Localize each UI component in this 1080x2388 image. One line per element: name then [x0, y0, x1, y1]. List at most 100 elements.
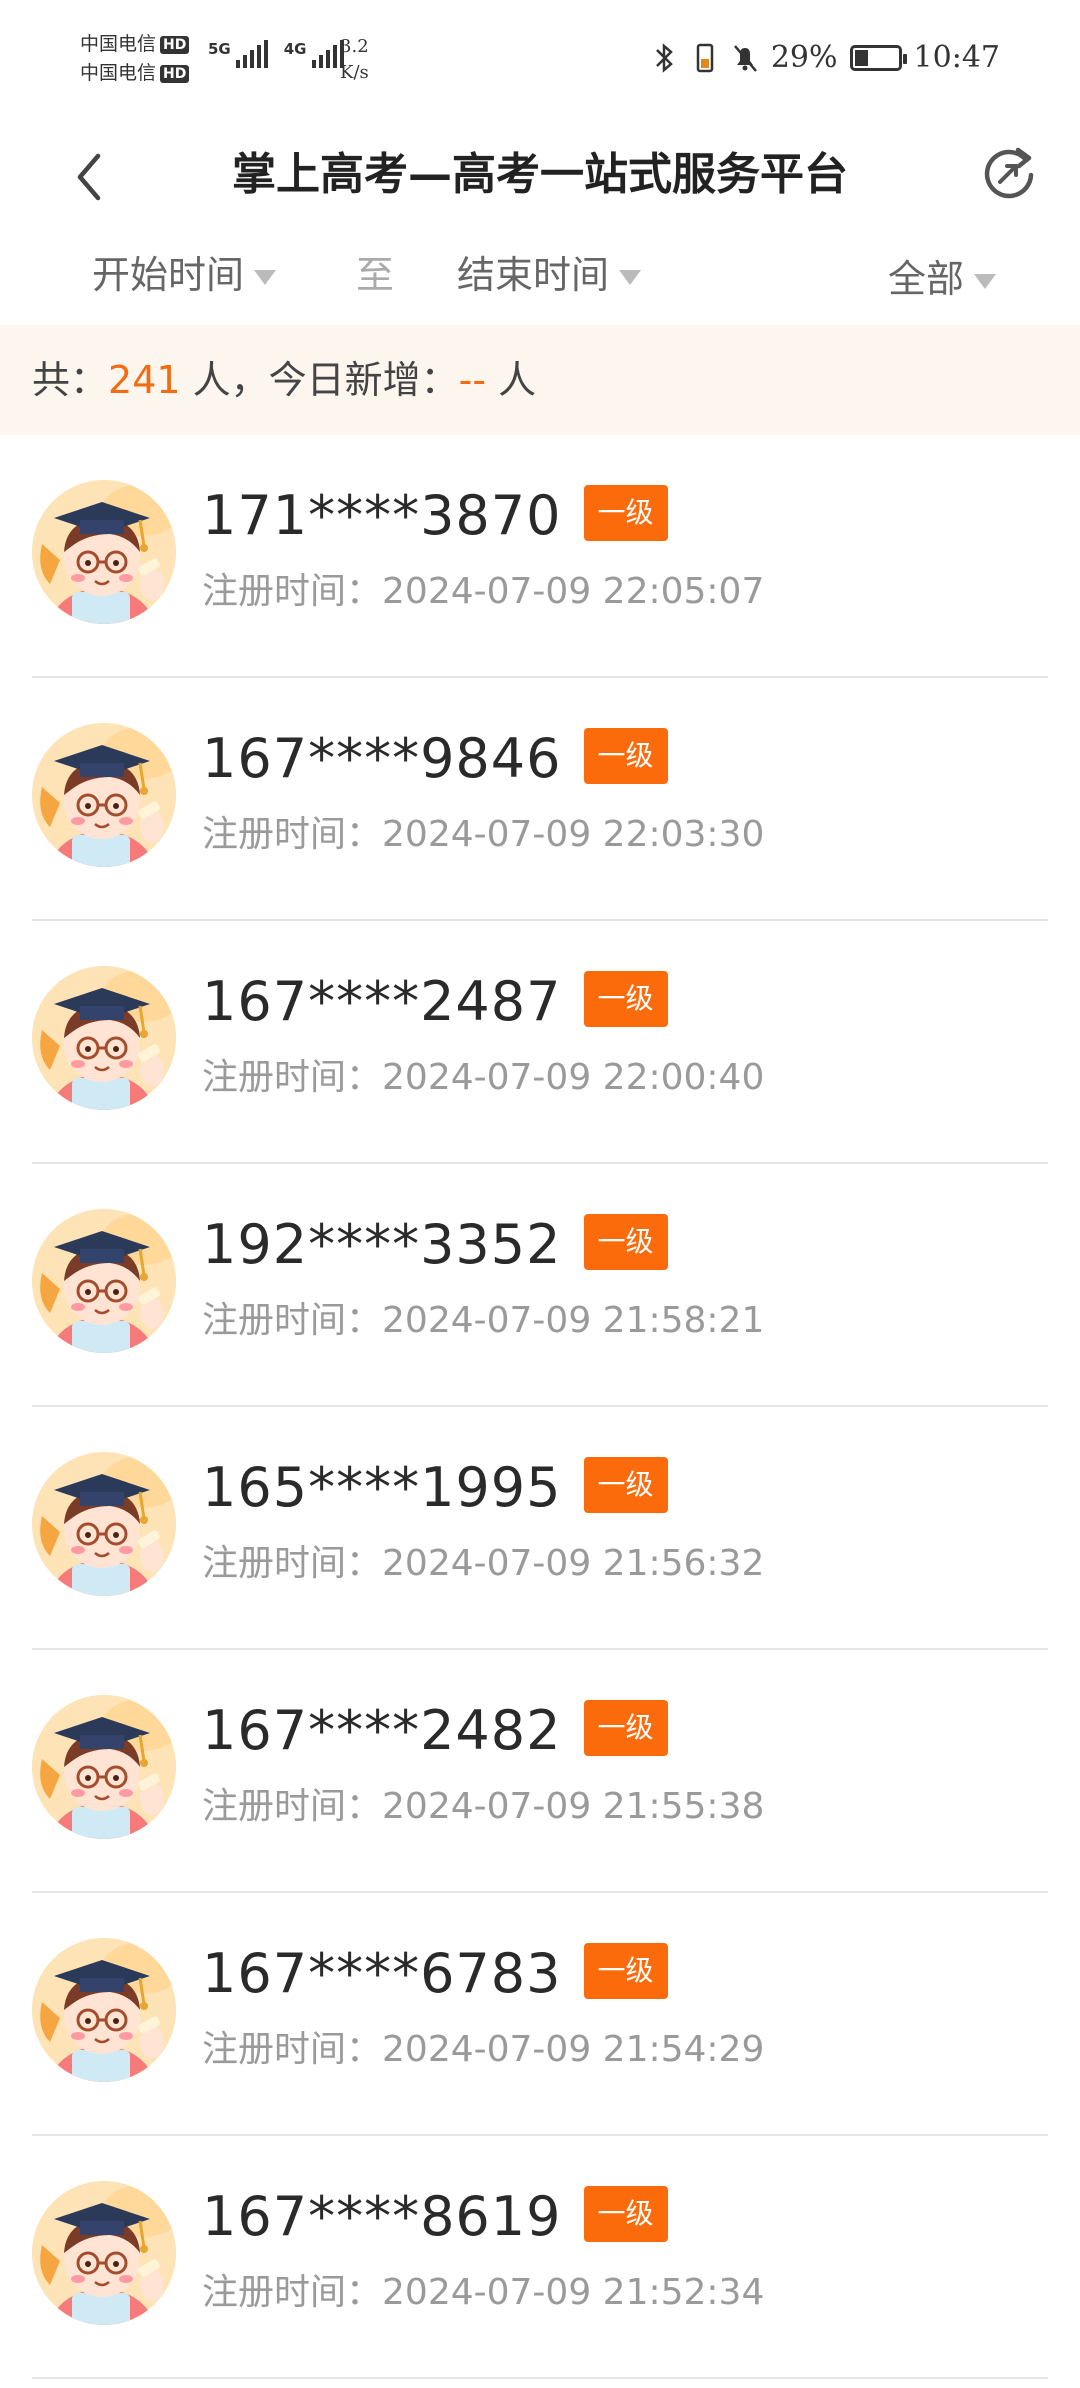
user-phone-number: 167****2487 [202, 970, 562, 1033]
avatar [32, 1695, 176, 1839]
user-phone-number: 167****6783 [202, 1942, 562, 2005]
battery-percent: 29% [770, 40, 838, 75]
avatar [32, 966, 176, 1110]
user-phone: 167****9846 一级 [202, 726, 668, 792]
registration-time: 2024-07-09 21:56:32 [382, 1543, 765, 1584]
user-phone: 171****3870 一级 [202, 483, 668, 549]
registration-label: 注册时间： [202, 1543, 383, 1584]
user-row[interactable]: 171****3870 一级注册时间：2024-07-09 22:05:07 [32, 435, 1048, 678]
user-row[interactable]: 167****2482 一级注册时间：2024-07-09 21:55:38 [32, 1650, 1048, 1893]
user-row[interactable]: 167****2487 一级注册时间：2024-07-09 22:00:40 [32, 921, 1048, 1164]
page-title: 掌上高考—高考一站式服务平台 [232, 149, 848, 200]
signal-5g-icon: 5G [208, 40, 268, 68]
user-phone: 167****2487 一级 [202, 969, 668, 1035]
nav-bar: 掌上高考—高考一站式服务平台 [0, 120, 1080, 230]
bluetooth-icon [655, 42, 673, 73]
registration-time: 2024-07-09 21:55:38 [382, 1786, 765, 1827]
registration-label: 注册时间： [202, 1300, 383, 1341]
refresh-icon[interactable] [974, 138, 1044, 208]
battery-fill [854, 49, 868, 66]
caret-down-icon [974, 273, 997, 289]
user-list: 171****3870 一级 注册时间：2024-07-09 22:05:07 16… [0, 435, 1080, 2379]
avatar [32, 480, 176, 624]
status-bar: 中国电信 HD 中国电信 HD 5G 4G 3.2 K/s 29% 10:47 [0, 0, 1080, 120]
level-badge: 一级 [583, 728, 668, 785]
carrier-name-2: 中国电信 [80, 62, 157, 84]
user-phone-number: 167****9846 [202, 727, 562, 790]
user-phone-number: 165****1995 [202, 1456, 562, 1519]
hd-badge-2: HD [160, 64, 190, 83]
network-speed-unit: K/s [340, 62, 369, 83]
registration-label: 注册时间： [202, 2029, 383, 2070]
user-phone: 165****1995 一级 [202, 1455, 668, 1521]
user-phone-number: 167****2482 [202, 1699, 562, 1762]
registration-time: 2024-07-09 21:52:34 [382, 2272, 765, 2313]
carrier-name-1: 中国电信 [80, 33, 157, 55]
user-phone: 192****3352 一级 [202, 1212, 668, 1278]
end-time-label: 结束时间 [457, 253, 610, 297]
caret-down-icon [619, 269, 642, 285]
registration-info: 注册时间：2024-07-09 22:03:30 [202, 810, 764, 860]
user-phone: 167****8619 一级 [202, 2184, 668, 2250]
end-time-filter[interactable]: 结束时间 [457, 250, 642, 300]
scope-label: 全部 [888, 257, 965, 301]
user-phone-number: 192****3352 [202, 1213, 562, 1276]
registration-time: 2024-07-09 21:54:29 [382, 2029, 765, 2070]
start-time-filter[interactable]: 开始时间 [92, 250, 277, 300]
vibrate-icon [696, 43, 714, 72]
start-time-label: 开始时间 [92, 253, 245, 297]
status-icons: 29% 10:47 [651, 40, 1000, 75]
registration-info: 注册时间：2024-07-09 21:56:32 [202, 1539, 764, 1589]
signal-4g-icon: 4G [284, 40, 344, 68]
registration-info: 注册时间：2024-07-09 21:52:34 [202, 2268, 764, 2318]
registration-label: 注册时间： [202, 814, 383, 855]
network-speed: 3.2 K/s [340, 34, 369, 86]
registration-label: 注册时间： [202, 2272, 383, 2313]
level-badge: 一级 [583, 1700, 668, 1757]
avatar [32, 1938, 176, 2082]
scope-filter[interactable]: 全部 [888, 254, 997, 304]
user-row[interactable]: 167****9846 一级注册时间：2024-07-09 22:03:30 [32, 678, 1048, 921]
registration-info: 注册时间：2024-07-09 21:58:21 [202, 1296, 764, 1346]
avatar [32, 2181, 176, 2325]
avatar [32, 723, 176, 867]
level-badge: 一级 [583, 485, 668, 542]
user-row[interactable]: 165****1995 一级注册时间：2024-07-09 21:56:32 [32, 1407, 1048, 1650]
total-count: 241 [108, 358, 181, 402]
user-phone-number: 167****8619 [202, 2185, 562, 2248]
summary-suffix: 人 [486, 358, 537, 402]
registration-label: 注册时间： [202, 571, 383, 612]
registration-label: 注册时间： [202, 1786, 383, 1827]
level-badge: 一级 [583, 1457, 668, 1514]
level-badge: 一级 [583, 1943, 668, 2000]
registration-label: 注册时间： [202, 1057, 383, 1098]
caret-down-icon [254, 269, 277, 285]
user-row[interactable]: 192****3352 一级注册时间：2024-07-09 21:58:21 [32, 1164, 1048, 1407]
user-row[interactable]: 167****8619 一级注册时间：2024-07-09 21:52:34 [32, 2136, 1048, 2379]
summary-prefix: 共： [32, 358, 109, 402]
user-row[interactable]: 167****6783 一级注册时间：2024-07-09 21:54:29 [32, 1893, 1048, 2136]
summary-banner: 共：241 人，今日新增：-- 人 [0, 325, 1080, 435]
network-type-2: 4G [283, 40, 307, 58]
mute-icon [733, 44, 757, 72]
summary-middle: 人，今日新增： [180, 358, 459, 402]
avatar [32, 1209, 176, 1353]
level-badge: 一级 [583, 2186, 668, 2243]
carrier-info: 中国电信 HD 中国电信 HD [80, 30, 190, 88]
today-count: -- [458, 358, 487, 402]
signal-indicators: 5G 4G [208, 40, 344, 68]
registration-time: 2024-07-09 22:00:40 [382, 1057, 765, 1098]
network-speed-value: 3.2 [340, 36, 369, 57]
network-type-1: 5G [208, 40, 231, 58]
registration-info: 注册时间：2024-07-09 22:00:40 [202, 1053, 764, 1103]
level-badge: 一级 [583, 1214, 668, 1271]
user-phone: 167****2482 一级 [202, 1698, 668, 1764]
registration-time: 2024-07-09 21:58:21 [382, 1300, 765, 1341]
registration-info: 注册时间：2024-07-09 21:54:29 [202, 2025, 764, 2075]
registration-info: 注册时间：2024-07-09 21:55:38 [202, 1782, 764, 1832]
registration-time: 2024-07-09 22:03:30 [382, 814, 765, 855]
registration-time: 2024-07-09 22:05:07 [382, 571, 765, 612]
user-phone-number: 171****3870 [202, 484, 562, 547]
clock: 10:47 [913, 40, 1000, 75]
registration-info: 注册时间：2024-07-09 22:05:07 [202, 567, 764, 617]
